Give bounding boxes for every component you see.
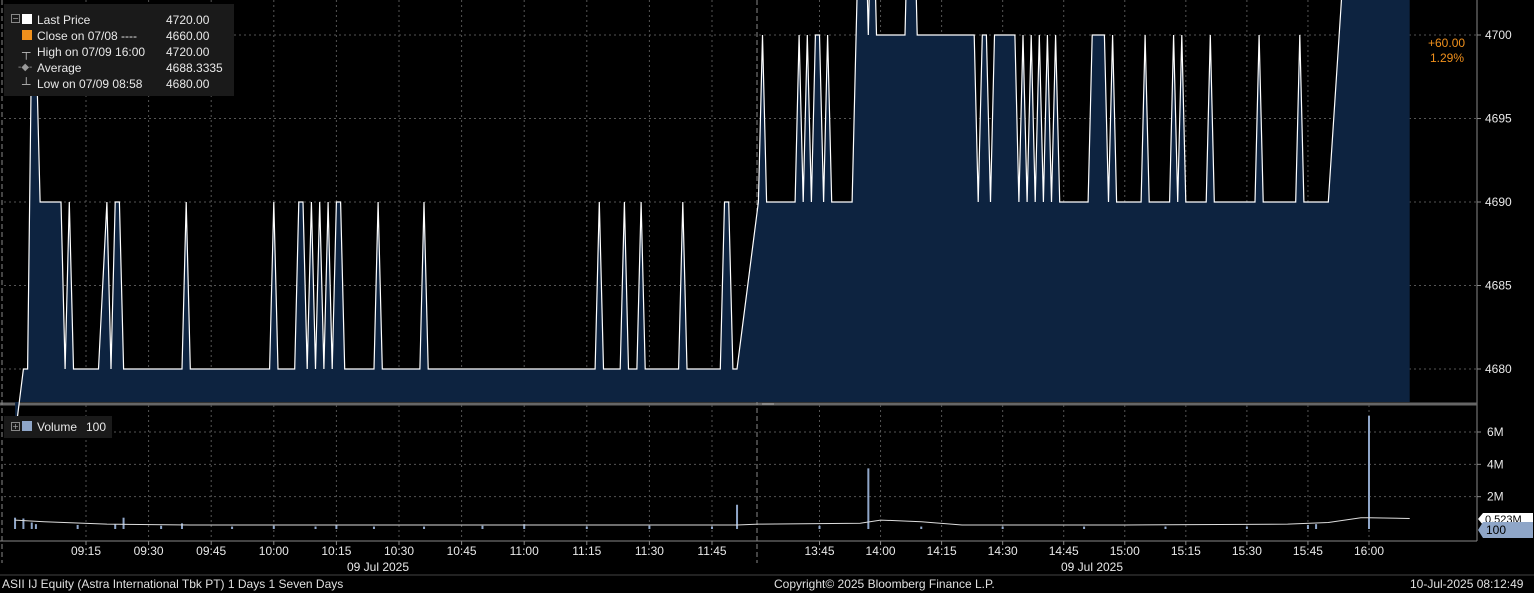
legend-close-label: Close on 07/08 ---- [37,29,138,43]
time-tick-label: 11:30 [635,544,664,558]
legend-last-price-label: Last Price [37,13,91,27]
volume-bar [76,524,79,529]
high-marker-icon: ┬ [22,45,31,59]
timestamp: 10-Jul-2025 08:12:49 [1410,577,1524,591]
legend-last-price-value: 4720.00 [166,13,210,27]
legend-low-label: Low on 07/09 08:58 [37,77,143,91]
time-tick-label: 15:45 [1293,544,1323,558]
time-tick-label: 09:30 [134,544,164,558]
volume-tick-label: 2M [1487,490,1504,504]
last-price-swatch-icon [22,14,32,24]
volume-bar [34,524,37,529]
time-tick-label: 11:45 [697,544,726,558]
volume-bar [114,524,117,529]
time-tick-label: 11:00 [510,544,539,558]
date-label-afternoon: 09 Jul 2025 [1061,560,1123,574]
chart-root: 468046854690469547004705471047154720.00+… [0,0,1534,593]
time-tick-label: 15:15 [1171,544,1201,558]
time-tick-label: 09:45 [196,544,226,558]
legend-low-value: 4680.00 [166,77,210,91]
volume-bar [231,526,234,529]
low-marker-icon: ┴ [22,77,31,91]
price-tick-label: 4685 [1485,279,1512,293]
copyright-text: Copyright© 2025 Bloomberg Finance L.P. [774,577,995,591]
volume-bar [818,525,821,529]
time-tick-label: 14:45 [1049,544,1079,558]
change-percent: 1.29% [1430,51,1464,65]
last-volume-badge-label: 100 [1486,523,1506,537]
volume-bar [30,522,33,529]
time-tick-label: 10:30 [384,544,414,558]
legend-volume-value: 100 [86,420,107,434]
price-tick-label: 4700 [1485,28,1512,42]
time-tick-label: 10:00 [259,544,289,558]
legend-average-label: Average [37,61,82,75]
time-tick-label: 14:15 [927,544,957,558]
legend-volume-label: Volume [37,420,78,434]
time-tick-label: 14:30 [988,544,1018,558]
legend-high-value: 4720.00 [166,45,210,59]
time-tick-label: 14:00 [866,544,896,558]
volume-tick-label: 6M [1487,425,1504,439]
time-tick-label: 09:15 [71,544,101,558]
time-tick-label: 13:45 [804,544,834,558]
time-tick-label: 10:15 [321,544,351,558]
volume-tick-label: 4M [1487,457,1504,471]
price-tick-label: 4695 [1485,112,1512,126]
legend-average-value: 4688.3335 [166,61,223,75]
security-description: ASII IJ Equity (Astra International Tbk … [2,577,344,591]
volume-bar [14,517,17,529]
volume-bar [648,525,651,529]
time-tick-label: 10:45 [447,544,477,558]
change-absolute: +60.00 [1428,36,1465,50]
legend-close-value: 4660.00 [166,29,210,43]
volume-bar [423,526,426,529]
time-tick-label: 11:15 [572,544,601,558]
volume-bar [314,526,317,529]
collapse-icon[interactable]: − [11,14,20,23]
volume-bar [160,525,163,529]
volume-bar [1245,526,1248,529]
volume-bar [1315,524,1318,529]
average-marker-icon: -◆- [18,62,33,73]
volume-bar [585,526,588,529]
volume-bar [481,525,484,529]
legend-high-label: High on 07/09 16:00 [37,45,146,59]
price-tick-label: 4680 [1485,362,1512,376]
close-swatch-icon [22,30,32,40]
volume-swatch-icon [22,421,32,431]
volume-bar [272,525,275,529]
time-tick-label: 15:30 [1232,544,1262,558]
volume-bar [1368,415,1370,529]
volume-bar [711,526,713,529]
price-tick-label: 4690 [1485,195,1512,209]
volume-bar [1306,524,1309,529]
time-tick-label: 16:00 [1354,544,1384,558]
volume-bar [372,526,375,529]
volume-bar [335,524,338,529]
volume-bar [920,526,923,529]
volume-bar [122,517,125,529]
volume-bar [1164,526,1167,529]
time-tick-label: 15:00 [1110,544,1140,558]
volume-bar [1083,526,1086,529]
volume-bar [1001,526,1004,529]
volume-bar [180,523,183,529]
volume-bar [867,468,870,529]
expand-icon[interactable]: + [11,422,20,431]
date-label-morning: 09 Jul 2025 [347,560,409,574]
